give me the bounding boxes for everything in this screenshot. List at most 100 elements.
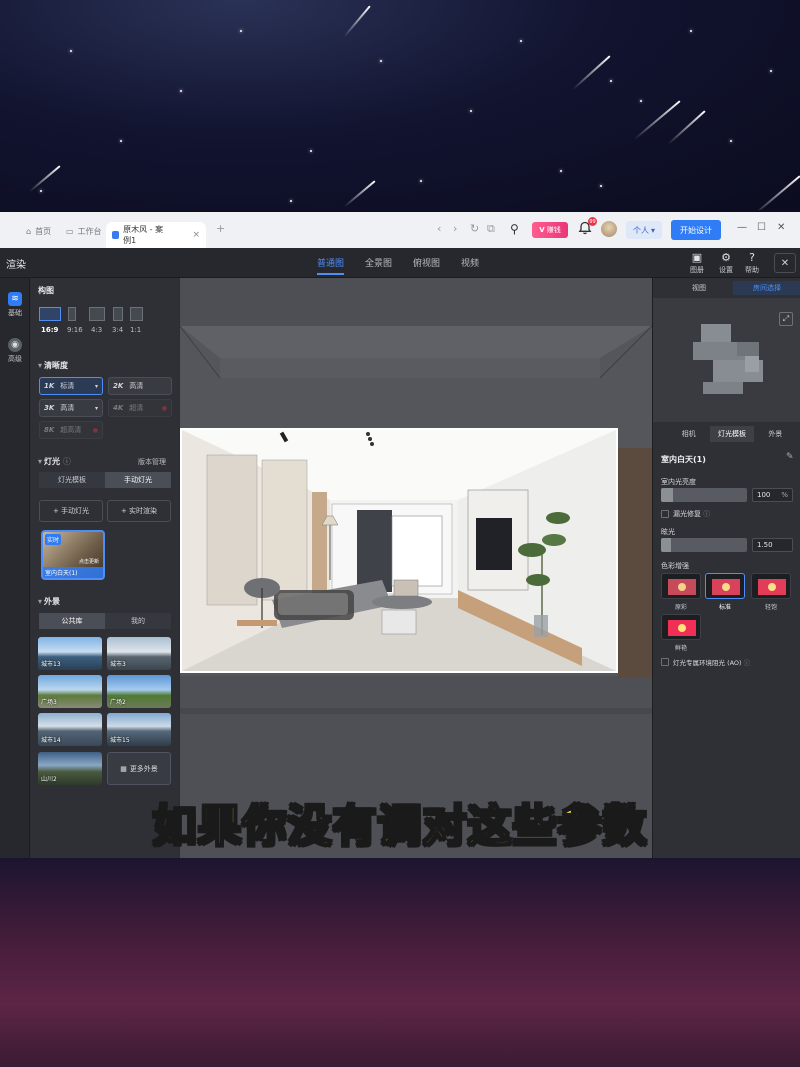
tab-home[interactable]: ⌂ 首页 [20, 220, 57, 242]
color-option-standard[interactable] [705, 573, 745, 599]
env-thumbnail[interactable]: 城市14 [38, 713, 102, 746]
expand-icon[interactable]: ⤢ [779, 312, 793, 326]
resolution-3k-button[interactable]: 3K 高清 ▾ [39, 399, 103, 417]
tab-view[interactable]: 视图 [665, 281, 733, 295]
ratio-9-16-option[interactable] [68, 307, 76, 321]
new-tab-icon[interactable]: + [216, 222, 225, 235]
edit-icon[interactable]: ✎ [786, 452, 794, 462]
env-thumbnail[interactable]: 城市13 [38, 637, 102, 670]
close-icon: ✕ [780, 257, 790, 269]
start-design-button[interactable]: 开始设计 [671, 220, 721, 240]
tab-workbench[interactable]: ▭ 工作台 [60, 220, 108, 242]
glare-label: 眩光 [661, 528, 675, 536]
render-viewport[interactable] [180, 278, 652, 858]
color-enhance-label: 色彩增强 [661, 562, 689, 570]
ratio-4-3-option[interactable] [89, 307, 105, 321]
ratio-3-4-option[interactable] [113, 307, 123, 321]
account-switcher[interactable]: 个人 ▾ [626, 221, 662, 239]
tab-light-template[interactable]: 灯光模板 [710, 426, 754, 442]
living-room-render-image [182, 430, 616, 671]
tab-exterior[interactable]: 外景 [754, 426, 797, 442]
env-thumbnail[interactable]: 城市15 [107, 713, 171, 746]
avatar[interactable] [601, 221, 617, 237]
refresh-icon[interactable]: ↻ [470, 222, 479, 235]
home-icon: ⌂ [26, 226, 32, 236]
color-option-label: 原彩 [674, 604, 687, 611]
tab-video[interactable]: 视频 [461, 256, 479, 269]
tab-top-view[interactable]: 俯视图 [413, 256, 440, 269]
browser-tab-bar: ⌂ 首页 ▭ 工作台 原木风 - 案例1 × + ‹ › ↻ ⧉ ⚲ V 赚钱 … [0, 212, 800, 248]
search-icon[interactable]: ⚲ [510, 222, 519, 236]
indoor-brightness-input[interactable]: 100 % [752, 488, 793, 502]
left-settings-panel: 构图 16:9 9:16 4:3 3:4 1:1 ▾ 清晰度 1K 标清 ▾ 2K 高清… [31, 278, 179, 858]
ratio-1-1-option[interactable] [130, 307, 143, 321]
indoor-brightness-slider[interactable] [661, 488, 747, 502]
env-thumbnail[interactable]: 广场2 [107, 675, 171, 708]
right-settings-panel: 视图 房间选择 ⤢ 相机 灯光模板 外景 室内白天(1) ✎ 室内光亮度 100… [652, 278, 800, 858]
minimize-icon[interactable]: — [737, 222, 747, 233]
tab-camera[interactable]: 相机 [667, 426, 710, 442]
overexposure-fix-checkbox[interactable] [661, 510, 669, 518]
settings-button[interactable]: ⚙ 设置 [713, 252, 739, 275]
glare-slider[interactable] [661, 538, 747, 552]
slider-fill [661, 538, 672, 552]
render-preview-frame[interactable] [180, 428, 618, 673]
my-library-tab[interactable]: 我的 [105, 613, 171, 629]
close-tab-icon[interactable]: × [192, 230, 200, 240]
clarity-title: ▾ 清晰度 [38, 361, 69, 370]
ao-checkbox[interactable] [661, 658, 669, 666]
color-option-original[interactable] [661, 573, 701, 599]
add-realtime-render-button[interactable]: + 实时渲染 [107, 500, 171, 522]
left-rail: ≋ 基础 ◉ 高级 [0, 278, 30, 858]
exterior-title: ▾ 外景 [38, 597, 61, 606]
close-render-button[interactable]: ✕ [774, 253, 796, 273]
vip-icon: V [539, 226, 545, 234]
env-thumbnail[interactable]: 城市3 [107, 637, 171, 670]
vip-lock-icon: ● [92, 426, 98, 434]
floor-plan-drawing [693, 324, 763, 394]
resolution-2k-button[interactable]: 2K 高清 [108, 377, 172, 395]
color-option-vivid[interactable] [661, 614, 701, 640]
ratio-label: 1:1 [130, 326, 142, 334]
env-thumbnail[interactable]: 山川2 [38, 752, 102, 785]
color-option-label: 鲜艳 [674, 645, 687, 652]
add-manual-light-button[interactable]: + 手动灯光 [39, 500, 103, 522]
lighting-title: ▾ 灯光 ⓘ [38, 457, 71, 466]
workbench-icon: ▭ [66, 226, 74, 236]
more-exterior-button[interactable]: ▦ 更多外景 [107, 752, 171, 785]
manual-light-tab[interactable]: 手动灯光 [105, 472, 171, 488]
rail-item-basic[interactable]: ≋ 基础 [0, 292, 30, 318]
color-option-light-saturation[interactable] [751, 573, 791, 599]
tab-room-select[interactable]: 房间选择 [733, 281, 800, 295]
render-toolbar: 渲染 普通图 全景图 俯视图 视频 ▣ 图册 ⚙ 设置 ? 帮助 ✕ [0, 248, 800, 278]
tv-preview-icon [712, 579, 740, 595]
album-button[interactable]: ▣ 图册 [684, 252, 710, 275]
color-option-label: 轻饱 [764, 604, 777, 611]
close-window-icon[interactable]: ✕ [777, 222, 785, 233]
rail-item-advanced[interactable]: ◉ 高级 [0, 338, 30, 364]
floor-plan-minimap[interactable]: ⤢ [653, 298, 800, 422]
version-manage-link[interactable]: 版本管理 [138, 457, 166, 467]
light-preset-card[interactable]: 实时 点击更新 室内白天(1) [41, 530, 105, 580]
tab-panorama[interactable]: 全景图 [365, 256, 392, 269]
ratio-16-9-option[interactable] [39, 307, 61, 321]
light-template-tab[interactable]: 灯光模板 [39, 472, 105, 488]
tab-project[interactable]: 原木风 - 案例1 × [106, 222, 206, 248]
maximize-icon[interactable]: ☐ [757, 222, 766, 233]
glare-input[interactable]: 1.50 [752, 538, 793, 552]
tab-normal-view[interactable]: 普通图 [317, 256, 345, 275]
help-button[interactable]: ? 帮助 [739, 252, 765, 275]
public-library-tab[interactable]: 公共库 [39, 613, 105, 629]
copy-icon[interactable]: ⧉ [487, 222, 495, 236]
forward-icon[interactable]: › [453, 222, 457, 235]
env-thumbnail[interactable]: 广场3 [38, 675, 102, 708]
video-subtitle: 如果你没有调对这些参数 [152, 800, 648, 853]
resolution-1k-button[interactable]: 1K 标清 ▾ [39, 377, 103, 395]
app-window: ⌂ 首页 ▭ 工作台 原木风 - 案例1 × + ‹ › ↻ ⧉ ⚲ V 赚钱 … [0, 212, 800, 858]
resolution-8k-button[interactable]: 8K 超高清 ● [39, 421, 103, 439]
back-icon[interactable]: ‹ [437, 222, 441, 235]
vip-badge[interactable]: V 赚钱 [532, 222, 568, 238]
resolution-4k-button[interactable]: 4K 超清 ● [108, 399, 172, 417]
ratio-label: 3:4 [112, 326, 124, 334]
lower-background [0, 858, 800, 1067]
